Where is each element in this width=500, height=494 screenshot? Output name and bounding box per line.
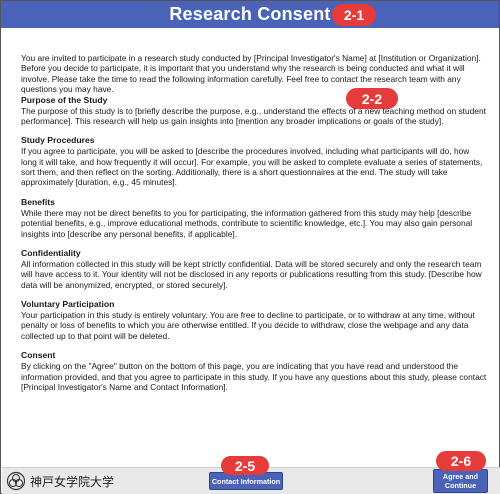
university-emblem-icon (6, 471, 26, 491)
section-heading: Study Procedures (21, 135, 95, 146)
annotation-marker-2-6: 2-6 (436, 451, 486, 471)
section-body: If you agree to participate, you will be… (21, 146, 483, 188)
section-body: The purpose of this study is to [briefly… (21, 105, 486, 126)
section-heading: Purpose of the Study (21, 94, 108, 105)
section-procedures: Study Procedures If you agree to partici… (21, 135, 487, 188)
intro-paragraph: You are invited to participate in a rese… (21, 53, 481, 95)
university-logo: 神戸女学院大学 (6, 471, 114, 491)
consent-content: You are invited to participate in a rese… (21, 53, 487, 401)
section-consent: Consent By clicking on the "Agree" butto… (21, 350, 487, 392)
section-heading: Benefits (21, 196, 55, 207)
annotation-marker-2-1: 2-1 (332, 4, 376, 26)
section-heading: Voluntary Participation (21, 299, 115, 310)
section-body: While there may not be direct benefits t… (21, 207, 473, 239)
section-benefits: Benefits While there may not be direct b… (21, 197, 487, 239)
section-body: Your participation in this study is enti… (21, 310, 475, 341)
section-voluntary: Voluntary Participation Your participati… (21, 299, 487, 341)
section-purpose: Purpose of the Study The purpose of this… (21, 95, 487, 127)
header-bar: Research Consent (1, 1, 499, 28)
page-title: Research Consent (169, 4, 331, 24)
section-confidentiality: Confidentiality All information collecte… (21, 248, 487, 290)
university-name: 神戸女学院大学 (30, 474, 115, 489)
agree-and-continue-button[interactable]: Agree and Continue (433, 469, 488, 493)
annotation-marker-2-5: 2-5 (221, 456, 269, 475)
section-body: All information collected in this study … (21, 258, 482, 290)
section-heading: Confidentiality (21, 248, 81, 258)
section-heading: Consent (21, 350, 56, 361)
section-body: By clicking on the "Agree" button on the… (21, 361, 487, 392)
consent-page: Research Consent 2-1 2-2 You are invited… (0, 0, 500, 494)
